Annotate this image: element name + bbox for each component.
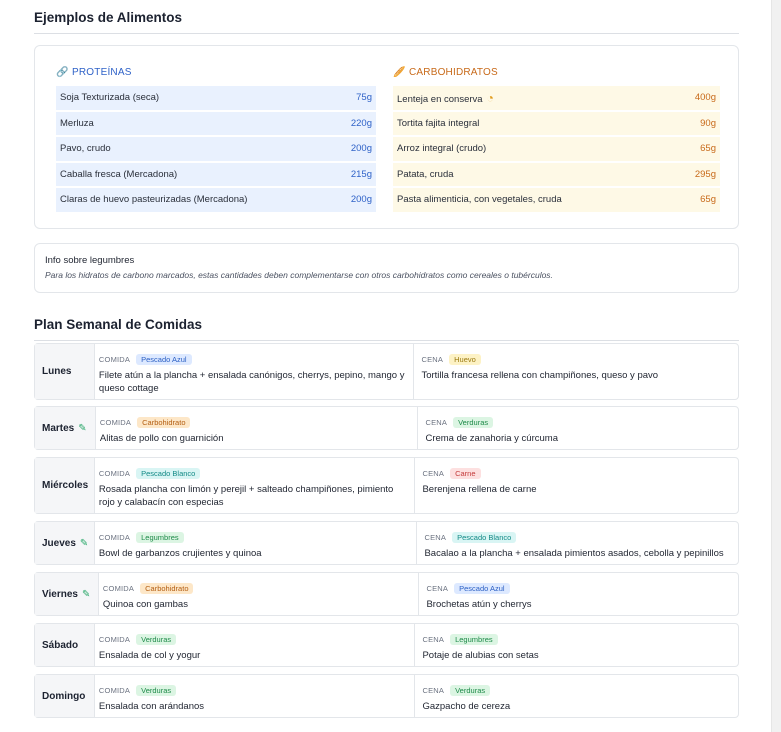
plan-section-title: Plan Semanal de Comidas [34, 307, 739, 341]
category-badge: Verduras [450, 684, 491, 696]
day-name: Viernes [42, 588, 78, 600]
dinner-cell: CENA Verduras Crema de zanahoria y cúrcum… [417, 407, 738, 449]
day-name: Sábado [42, 639, 79, 651]
proteins-header: PROTEÍNAS [72, 67, 132, 78]
link-icon: 🔗 [56, 67, 69, 78]
category-badge: Pescado Azul [136, 353, 192, 365]
category-badge: Pescado Blanco [452, 531, 517, 543]
dinner-cell: CENA Legumbres Potaje de alubias con seta… [414, 624, 738, 666]
day-row-viernes: Viernes ✎ COMIDA Carbohidrato Quinoa con g… [34, 572, 739, 616]
carbs-column: 🥖 CARBOHIDRATOS Lenteja en conserva ◔ 400g… [393, 66, 720, 214]
dinner-text: Brochetas atún y cherrys [426, 599, 532, 610]
main-content: Ejemplos de Alimentos 🔗 PROTEÍNAS Soja T… [34, 0, 739, 718]
legume-info-box: Info sobre legumbres Para los hidratos d… [34, 243, 739, 293]
lunch-cell: COMIDA Verduras Ensalada con arándanos [95, 675, 415, 717]
lunch-cell: COMIDA Legumbres Bowl de garbanzos crujie… [95, 522, 417, 564]
carb-row: Lenteja en conserva ◔ 400g [393, 86, 720, 110]
day-row-jueves: Jueves ✎ COMIDA Legumbres Bowl de garbanzo… [34, 521, 739, 565]
lunch-text: Bowl de garbanzos crujientes y quinoa [98, 548, 262, 559]
day-name: Martes [42, 422, 75, 434]
category-badge: Pescado Blanco [136, 467, 201, 479]
pin-icon: ✎ [79, 537, 89, 549]
dinner-cell: CENA Huevo Tortilla francesa rellena con … [413, 344, 738, 399]
dinner-text: Tortilla francesa rellena con champiñone… [421, 370, 659, 381]
day-name: Lunes [42, 366, 72, 377]
lunch-cell: COMIDA Verduras Ensalada de col y yogur [95, 624, 415, 666]
category-badge: Legumbres [450, 633, 498, 645]
category-badge: Carne [450, 467, 481, 479]
bread-icon: 🥖 [393, 67, 406, 78]
dinner-text: Potaje de alubias con setas [422, 650, 539, 661]
scrollbar[interactable] [771, 0, 781, 732]
carb-row: Pasta alimenticia, con vegetales, cruda 6… [393, 188, 720, 212]
protein-row: Caballa fresca (Mercadona) 215g [56, 162, 376, 186]
lunch-cell: COMIDA Carbohidrato Alitas de pollo con g… [96, 407, 418, 449]
lunch-cell: COMIDA Carbohidrato Quinoa con gambas [99, 573, 419, 615]
proteins-column: 🔗 PROTEÍNAS Soja Texturizada (seca) 75g M… [56, 66, 376, 214]
lunch-cell: COMIDA Pescado Blanco Rosada plancha con … [95, 458, 415, 513]
dinner-cell: CENA Pescado Azul Brochetas atún y cherry… [418, 573, 738, 615]
lunch-text: Ensalada con arándanos [98, 701, 205, 712]
legume-icon: ◔ [486, 90, 494, 105]
lunch-cell: COMIDA Pescado Azul Filete atún a la plan… [95, 344, 414, 399]
foods-section-title: Ejemplos de Alimentos [34, 0, 739, 34]
carb-row: Patata, cruda 295g [393, 162, 720, 186]
day-name: Domingo [42, 690, 86, 702]
lunch-text: Alitas de pollo con guarnición [99, 433, 224, 444]
category-badge: Carbohidrato [140, 582, 194, 594]
day-row-lunes: Lunes COMIDA Pescado Azul Filete atún a l… [34, 343, 739, 400]
lunch-text: Ensalada de col y yogur [98, 650, 201, 661]
day-row-sabado: Sábado COMIDA Verduras Ensalada de col y … [34, 623, 739, 667]
dinner-cell: CENA Carne Berenjena rellena de carne [414, 458, 738, 513]
day-row-martes: Martes ✎ COMIDA Carbohidrato Alitas de pol… [34, 406, 739, 450]
category-badge: Carbohidrato [137, 416, 191, 428]
category-badge: Huevo [449, 353, 481, 365]
lunch-text: Quinoa con gambas [102, 599, 188, 610]
legume-info-title: Info sobre legumbres [45, 255, 135, 266]
dinner-cell: CENA Verduras Gazpacho de cereza [414, 675, 738, 717]
dinner-text: Crema de zanahoria y cúrcuma [425, 433, 558, 444]
protein-row: Claras de huevo pasteurizadas (Mercadona… [56, 188, 376, 212]
day-row-domingo: Domingo COMIDA Verduras Ensalada con arán… [34, 674, 739, 718]
lunch-text: Rosada plancha con limón y perejil + sal… [98, 484, 394, 508]
dinner-text: Bacalao a la plancha + ensalada pimiento… [424, 548, 724, 559]
day-row-miercoles: Miércoles COMIDA Pescado Blanco Rosada pl… [34, 457, 739, 514]
category-badge: Verduras [136, 684, 177, 696]
pin-icon: ✎ [81, 588, 91, 600]
dinner-cell: CENA Pescado Blanco Bacalao a la plancha … [416, 522, 738, 564]
dinner-text: Gazpacho de cereza [422, 701, 511, 712]
carb-row: Arroz integral (crudo) 65g [393, 137, 720, 161]
lunch-text: Filete atún a la plancha + ensalada canó… [98, 370, 405, 394]
category-badge: Verduras [453, 416, 494, 428]
dinner-text: Berenjena rellena de carne [422, 484, 537, 495]
pin-icon: ✎ [78, 422, 87, 434]
category-badge: Pescado Azul [454, 582, 510, 594]
day-name: Miércoles [42, 480, 89, 491]
category-badge: Legumbres [136, 531, 184, 543]
protein-row: Soja Texturizada (seca) 75g [56, 86, 376, 110]
carbs-header: CARBOHIDRATOS [409, 67, 498, 78]
protein-row: Pavo, crudo 200g [56, 137, 376, 161]
protein-row: Merluza 220g [56, 111, 376, 135]
category-badge: Verduras [136, 633, 177, 645]
legume-info-text: Para los hidratos de carbono marcados, e… [45, 270, 553, 280]
carb-row: Tortita fajita integral 90g [393, 111, 720, 135]
food-examples-card: 🔗 PROTEÍNAS Soja Texturizada (seca) 75g M… [34, 45, 739, 229]
day-name: Jueves [42, 537, 76, 549]
